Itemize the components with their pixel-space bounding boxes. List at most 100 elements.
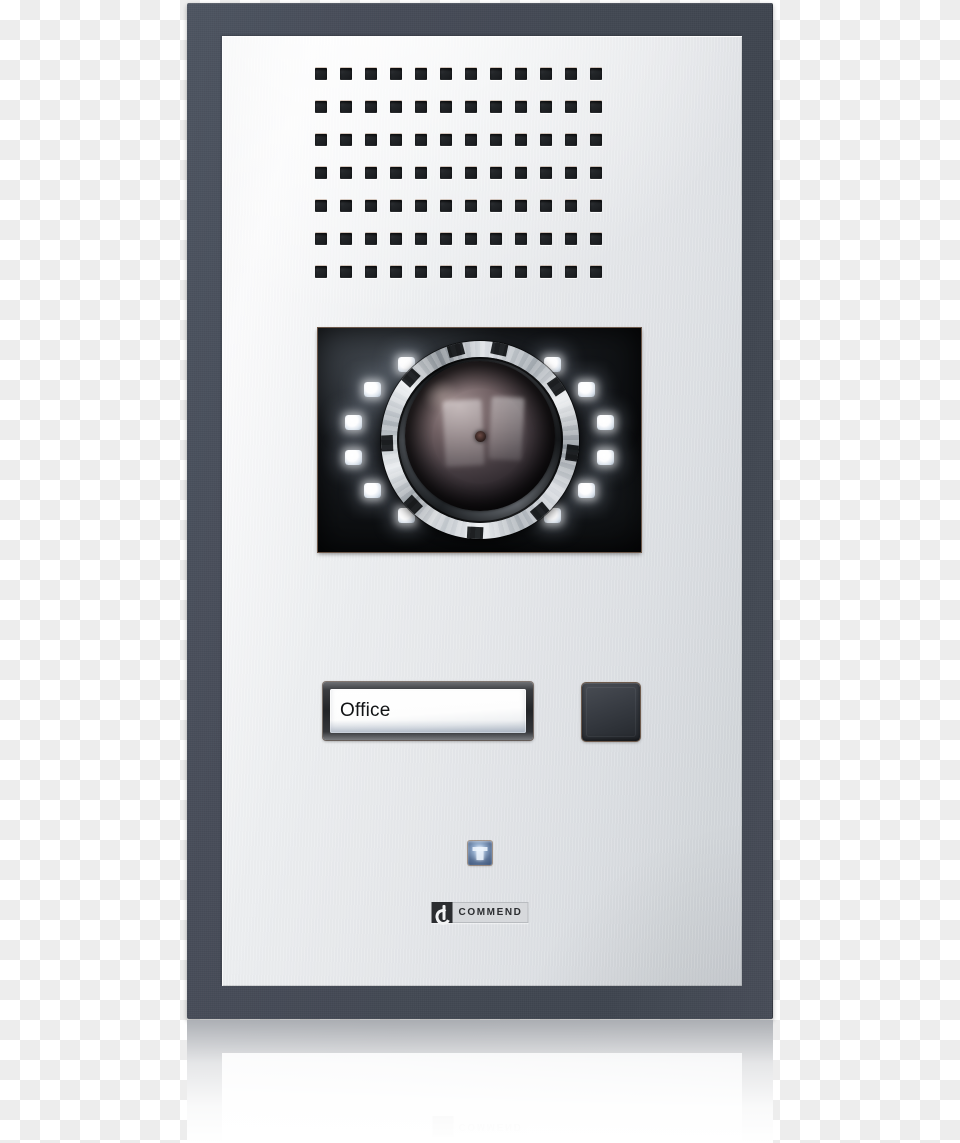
speaker-hole bbox=[415, 266, 427, 278]
speaker-hole bbox=[565, 233, 577, 245]
speaker-hole bbox=[515, 68, 527, 80]
speaker-hole bbox=[315, 200, 327, 212]
speaker-hole bbox=[340, 266, 352, 278]
bezel-notch bbox=[546, 376, 567, 397]
call-button[interactable] bbox=[582, 683, 640, 741]
speaker-hole bbox=[465, 266, 477, 278]
camera-led bbox=[596, 450, 614, 466]
speaker-hole bbox=[315, 266, 327, 278]
speaker-hole bbox=[390, 233, 402, 245]
speaker-hole bbox=[515, 266, 527, 278]
speaker-hole bbox=[465, 68, 477, 80]
speaker-hole bbox=[340, 68, 352, 80]
speaker-hole bbox=[340, 200, 352, 212]
speaker-hole bbox=[390, 167, 402, 179]
speaker-hole bbox=[440, 233, 452, 245]
bezel-notch bbox=[466, 526, 483, 539]
speaker-hole bbox=[515, 233, 527, 245]
intercom-door-station: Office COMMEND bbox=[187, 3, 773, 1019]
speaker-hole bbox=[340, 101, 352, 113]
speaker-hole bbox=[365, 233, 377, 245]
speaker-hole bbox=[540, 68, 552, 80]
speaker-grille bbox=[315, 68, 602, 278]
speaker-hole bbox=[415, 167, 427, 179]
speaker-hole bbox=[540, 200, 552, 212]
speaker-hole bbox=[415, 134, 427, 146]
lens-reflection-right bbox=[488, 396, 525, 461]
speaker-hole bbox=[440, 167, 452, 179]
reflection-wordmark: COMMEND bbox=[453, 1116, 528, 1137]
camera-led bbox=[363, 482, 381, 498]
brand-plate: COMMEND bbox=[431, 902, 529, 923]
speaker-hole bbox=[315, 134, 327, 146]
nameplate-label: Office bbox=[340, 700, 391, 721]
speaker-hole bbox=[490, 167, 502, 179]
speaker-hole bbox=[590, 200, 602, 212]
camera-led bbox=[596, 414, 614, 430]
speaker-hole bbox=[565, 68, 577, 80]
speaker-hole bbox=[490, 68, 502, 80]
device-reflection: COMMEND bbox=[187, 1020, 773, 1143]
speaker-hole bbox=[415, 68, 427, 80]
hearing-loop-t-symbol bbox=[472, 846, 488, 860]
speaker-hole bbox=[490, 233, 502, 245]
speaker-hole bbox=[490, 266, 502, 278]
speaker-hole bbox=[390, 200, 402, 212]
bezel-notch bbox=[489, 341, 509, 357]
speaker-hole bbox=[440, 134, 452, 146]
hearing-loop-indicator-icon bbox=[468, 841, 492, 865]
speaker-hole bbox=[390, 68, 402, 80]
speaker-hole bbox=[565, 167, 577, 179]
speaker-hole bbox=[565, 101, 577, 113]
speaker-hole bbox=[365, 266, 377, 278]
speaker-hole bbox=[415, 200, 427, 212]
speaker-hole bbox=[490, 134, 502, 146]
camera-led bbox=[345, 414, 363, 430]
reflection-logo-icon bbox=[432, 1116, 454, 1137]
nameplate[interactable]: Office bbox=[323, 682, 533, 740]
camera-led bbox=[578, 382, 596, 398]
bezel-notch bbox=[529, 501, 550, 522]
speaker-hole bbox=[415, 233, 427, 245]
speaker-hole bbox=[515, 134, 527, 146]
speaker-hole bbox=[465, 200, 477, 212]
speaker-hole bbox=[565, 200, 577, 212]
speaker-hole bbox=[590, 68, 602, 80]
speaker-hole bbox=[540, 134, 552, 146]
speaker-hole bbox=[440, 266, 452, 278]
speaker-hole bbox=[590, 167, 602, 179]
speaker-hole bbox=[390, 266, 402, 278]
speaker-hole bbox=[365, 68, 377, 80]
speaker-hole bbox=[440, 101, 452, 113]
speaker-hole bbox=[515, 167, 527, 179]
product-scene: Office COMMEND COMMEND bbox=[0, 0, 960, 1143]
speaker-hole bbox=[365, 167, 377, 179]
speaker-hole bbox=[340, 134, 352, 146]
speaker-hole bbox=[565, 134, 577, 146]
camera-module bbox=[318, 328, 641, 552]
speaker-hole bbox=[590, 233, 602, 245]
speaker-hole bbox=[340, 233, 352, 245]
speaker-hole bbox=[315, 167, 327, 179]
reflection-mirror: COMMEND bbox=[187, 1020, 773, 1143]
speaker-hole bbox=[440, 200, 452, 212]
speaker-hole bbox=[515, 200, 527, 212]
brand-wordmark: COMMEND bbox=[452, 902, 529, 923]
speaker-hole bbox=[440, 68, 452, 80]
speaker-hole bbox=[540, 266, 552, 278]
commend-logo-icon bbox=[431, 902, 453, 923]
reflection-frame bbox=[187, 1020, 773, 1143]
camera-led bbox=[578, 482, 596, 498]
speaker-hole bbox=[515, 101, 527, 113]
speaker-hole bbox=[540, 101, 552, 113]
speaker-hole bbox=[490, 101, 502, 113]
camera-led bbox=[363, 382, 381, 398]
bezel-notch bbox=[564, 444, 579, 462]
speaker-hole bbox=[465, 167, 477, 179]
speaker-hole bbox=[590, 134, 602, 146]
speaker-hole bbox=[390, 134, 402, 146]
speaker-hole bbox=[340, 167, 352, 179]
bezel-notch bbox=[445, 341, 465, 359]
speaker-hole bbox=[315, 68, 327, 80]
speaker-hole bbox=[390, 101, 402, 113]
